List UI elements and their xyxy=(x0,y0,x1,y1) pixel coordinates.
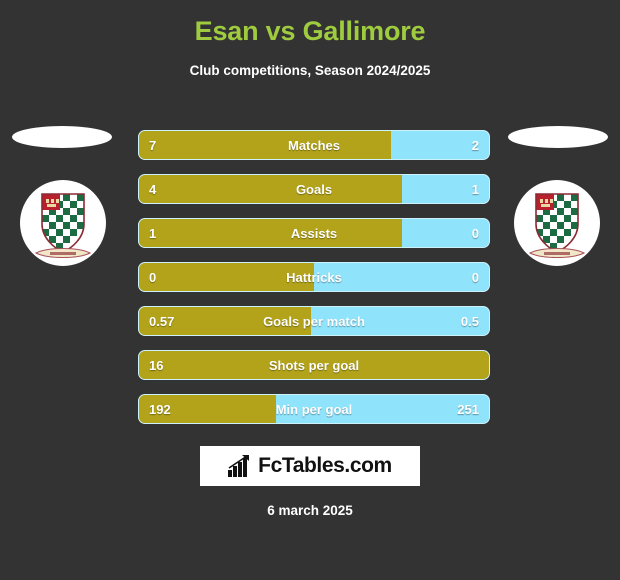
stat-away-value: 0 xyxy=(471,226,479,241)
fctables-logo-text: FcTables.com xyxy=(258,454,392,477)
stat-label: Min per goal xyxy=(275,402,353,417)
stat-row: 16 Shots per goal xyxy=(138,350,490,380)
stat-away-value: 251 xyxy=(457,402,479,417)
stat-row: 7 Matches 2 xyxy=(138,130,490,160)
stat-comparison-page: Esan vs Gallimore Club competitions, Sea… xyxy=(0,0,620,580)
stat-away-value: 0 xyxy=(471,270,479,285)
date-label: 6 march 2025 xyxy=(267,503,353,518)
stat-row: 4 Goals 1 xyxy=(138,174,490,204)
stat-label: Shots per goal xyxy=(268,358,360,373)
club-crest-left xyxy=(20,180,106,266)
stats-list: 7 Matches 2 4 Goals 1 1 Assists 0 0 Hatt… xyxy=(138,130,490,438)
stat-label: Goals xyxy=(295,182,333,197)
shield-crest-icon xyxy=(34,193,92,258)
page-subtitle: Club competitions, Season 2024/2025 xyxy=(189,63,431,78)
bar-chart-icon xyxy=(228,455,250,477)
stat-row: 0.57 Goals per match 0.5 xyxy=(138,306,490,336)
stat-away-value: 0.5 xyxy=(460,314,479,329)
stat-row: 0 Hattricks 0 xyxy=(138,262,490,292)
ellipse-decoration-left xyxy=(12,126,112,148)
header: Esan vs Gallimore Club competitions, Sea… xyxy=(0,0,620,80)
stat-label: Matches xyxy=(287,138,341,153)
stat-away-value: 1 xyxy=(471,182,479,197)
stat-label: Goals per match xyxy=(263,314,365,329)
stat-away-value: 2 xyxy=(471,138,479,153)
page-title: Esan vs Gallimore xyxy=(194,16,426,46)
stat-label: Assists xyxy=(290,226,338,241)
stat-row: 192 Min per goal 251 xyxy=(138,394,490,424)
stat-label: Hattricks xyxy=(286,270,342,285)
club-crest-right xyxy=(514,180,600,266)
stat-row: 1 Assists 0 xyxy=(138,218,490,248)
shield-crest-icon xyxy=(528,193,586,258)
fctables-logo[interactable]: FcTables.com xyxy=(200,446,420,486)
ellipse-decoration-right xyxy=(508,126,608,148)
